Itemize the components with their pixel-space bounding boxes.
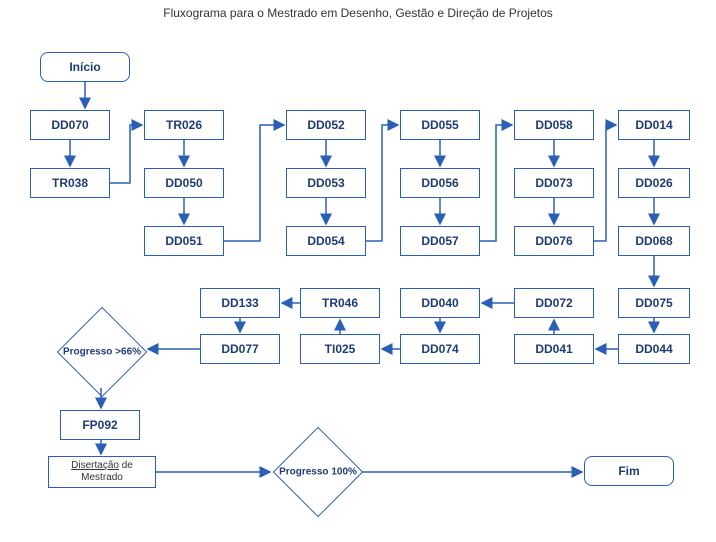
node-dd073: DD073 bbox=[514, 168, 594, 198]
node-progress-66: Progresso >66% bbox=[57, 307, 148, 398]
node-dd077: DD077 bbox=[200, 334, 280, 364]
node-dd054: DD054 bbox=[286, 226, 366, 256]
node-dd044: DD044 bbox=[618, 334, 690, 364]
flowchart-canvas: Fluxograma para o Mestrado em Desenho, G… bbox=[0, 0, 716, 542]
node-dd051: DD051 bbox=[144, 226, 224, 256]
node-dd040: DD040 bbox=[400, 288, 480, 318]
node-start: Início bbox=[40, 52, 130, 82]
node-dd055: DD055 bbox=[400, 110, 480, 140]
node-tr046: TR046 bbox=[300, 288, 380, 318]
node-dd075: DD075 bbox=[618, 288, 690, 318]
node-dd076: DD076 bbox=[514, 226, 594, 256]
node-dissertacao: Disertação de Mestrado bbox=[48, 456, 156, 488]
node-dd057: DD057 bbox=[400, 226, 480, 256]
dissertacao-word: Disertação bbox=[71, 460, 119, 471]
node-ti025: TI025 bbox=[300, 334, 380, 364]
node-dd072: DD072 bbox=[514, 288, 594, 318]
page-title: Fluxograma para o Mestrado em Desenho, G… bbox=[0, 6, 716, 20]
node-dd074: DD074 bbox=[400, 334, 480, 364]
node-dd050: DD050 bbox=[144, 168, 224, 198]
node-dd053: DD053 bbox=[286, 168, 366, 198]
node-progress-100: Progresso 100% bbox=[273, 427, 364, 518]
node-dd056: DD056 bbox=[400, 168, 480, 198]
node-tr038: TR038 bbox=[30, 168, 110, 198]
node-dd068: DD068 bbox=[618, 226, 690, 256]
node-tr026: TR026 bbox=[144, 110, 224, 140]
node-end: Fim bbox=[584, 456, 674, 486]
node-dd014: DD014 bbox=[618, 110, 690, 140]
node-dd026: DD026 bbox=[618, 168, 690, 198]
node-dd133: DD133 bbox=[200, 288, 280, 318]
node-dd052: DD052 bbox=[286, 110, 366, 140]
node-dd041: DD041 bbox=[514, 334, 594, 364]
node-dd058: DD058 bbox=[514, 110, 594, 140]
node-dd070: DD070 bbox=[30, 110, 110, 140]
node-fp092: FP092 bbox=[60, 410, 140, 440]
